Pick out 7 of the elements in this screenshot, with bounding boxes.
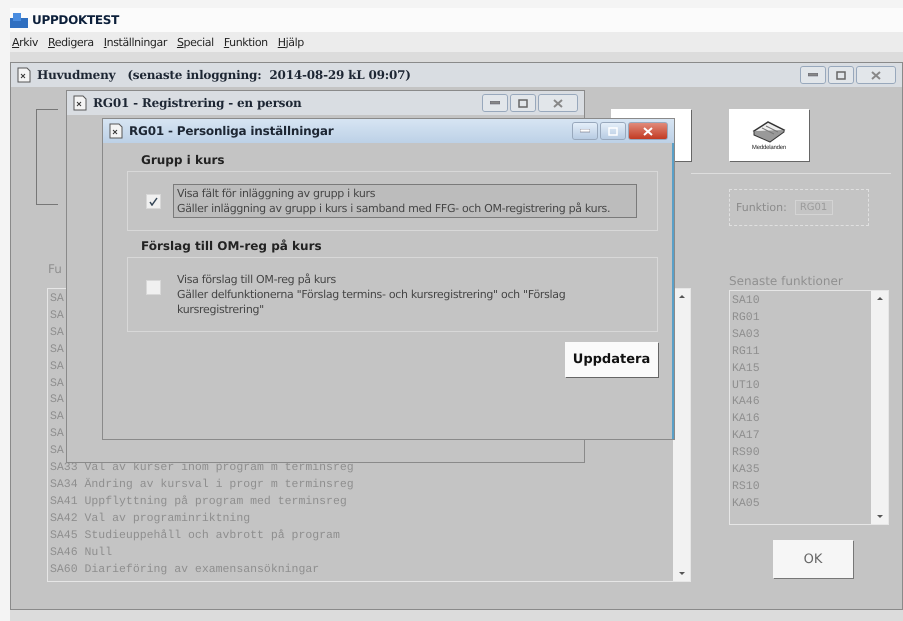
function-label: Funktion: (736, 201, 787, 214)
app-title: UPPDOKTEST (32, 13, 120, 27)
window-title: RG01 - Personliga inställningar (129, 124, 334, 138)
window-title: RG01 - Registrering - en person (93, 96, 302, 110)
group-title: Grupp i kurs (141, 153, 226, 167)
window-title: Huvudmeny (senaste inloggning: 2014-08-29 kL 09:07) (37, 68, 411, 82)
group-title: Förslag till OM-reg på kurs (141, 239, 323, 253)
